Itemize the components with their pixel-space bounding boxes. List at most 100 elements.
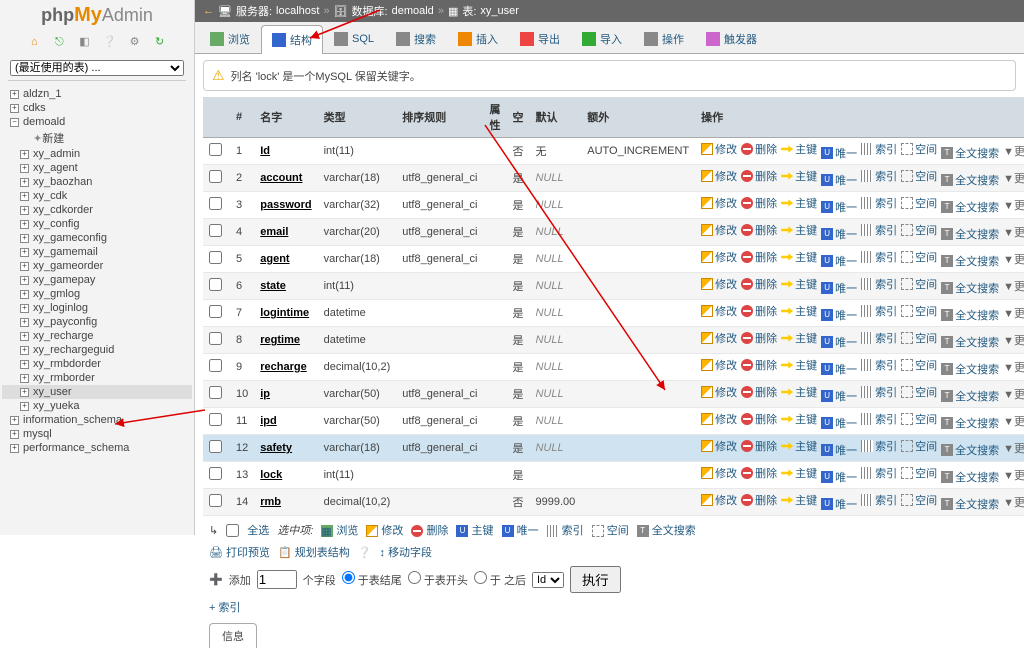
action-spatial[interactable]: 空间 bbox=[901, 168, 937, 184]
bulk-spatial[interactable]: 空间 bbox=[592, 522, 629, 538]
action-spatial[interactable]: 空间 bbox=[901, 222, 937, 238]
action-unique[interactable]: U唯一 bbox=[821, 415, 857, 431]
more-dropdown[interactable]: ▼更多 bbox=[1003, 173, 1024, 185]
add-index-link[interactable]: + 索引 bbox=[209, 602, 240, 614]
expand-icon[interactable]: + bbox=[20, 290, 29, 299]
tree-item-xy_user[interactable]: +xy_user bbox=[2, 385, 192, 399]
action-primary[interactable]: 主键 bbox=[781, 330, 817, 346]
row-checkbox[interactable] bbox=[209, 467, 222, 480]
tree-item-performance_schema[interactable]: +performance_schema bbox=[2, 441, 192, 455]
row-checkbox[interactable] bbox=[209, 143, 222, 156]
action-drop[interactable]: 删除 bbox=[741, 276, 777, 292]
expand-icon[interactable]: + bbox=[20, 388, 29, 397]
action-drop[interactable]: 删除 bbox=[741, 303, 777, 319]
action-edit[interactable]: 修改 bbox=[701, 249, 737, 265]
more-dropdown[interactable]: ▼更多 bbox=[1003, 146, 1024, 158]
tree-item-xy_recharge[interactable]: +xy_recharge bbox=[2, 329, 192, 343]
help-icon[interactable]: ❔ bbox=[358, 546, 372, 559]
tree-item-xy_gmlog[interactable]: +xy_gmlog bbox=[2, 287, 192, 301]
tree-item-xy_config[interactable]: +xy_config bbox=[2, 217, 192, 231]
go-button[interactable]: 执行 bbox=[570, 566, 621, 593]
action-drop[interactable]: 删除 bbox=[741, 357, 777, 373]
propose-structure[interactable]: 📋 规划表结构 bbox=[278, 544, 350, 560]
expand-icon[interactable]: + bbox=[20, 150, 29, 159]
tree-item-新建[interactable]: +✦ 新建 bbox=[2, 129, 192, 147]
action-fulltext[interactable]: T全文搜索 bbox=[941, 415, 999, 431]
tree-item-xy_admin[interactable]: +xy_admin bbox=[2, 147, 192, 161]
action-unique[interactable]: U唯一 bbox=[821, 307, 857, 323]
action-index[interactable]: 索引 bbox=[861, 411, 897, 427]
action-index[interactable]: 索引 bbox=[861, 276, 897, 292]
action-edit[interactable]: 修改 bbox=[701, 222, 737, 238]
tree-item-xy_yueka[interactable]: +xy_yueka bbox=[2, 399, 192, 413]
action-primary[interactable]: 主键 bbox=[781, 438, 817, 454]
action-primary[interactable]: 主键 bbox=[781, 141, 817, 157]
action-unique[interactable]: U唯一 bbox=[821, 496, 857, 512]
tab-insert[interactable]: 插入 bbox=[447, 24, 509, 53]
action-unique[interactable]: U唯一 bbox=[821, 442, 857, 458]
bulk-edit[interactable]: 修改 bbox=[366, 522, 403, 538]
row-checkbox[interactable] bbox=[209, 413, 222, 426]
tree-item-xy_gameconfig[interactable]: +xy_gameconfig bbox=[2, 231, 192, 245]
more-dropdown[interactable]: ▼更多 bbox=[1003, 281, 1024, 293]
tab-export[interactable]: 导出 bbox=[509, 24, 571, 53]
action-drop[interactable]: 删除 bbox=[741, 411, 777, 427]
recent-tables[interactable]: (最近使用的表) ... bbox=[10, 60, 184, 76]
action-edit[interactable]: 修改 bbox=[701, 168, 737, 184]
action-spatial[interactable]: 空间 bbox=[901, 438, 937, 454]
tree-item-xy_gameorder[interactable]: +xy_gameorder bbox=[2, 259, 192, 273]
more-dropdown[interactable]: ▼更多 bbox=[1003, 416, 1024, 428]
more-dropdown[interactable]: ▼更多 bbox=[1003, 200, 1024, 212]
action-primary[interactable]: 主键 bbox=[781, 465, 817, 481]
action-fulltext[interactable]: T全文搜索 bbox=[941, 469, 999, 485]
tree-item-xy_gamemail[interactable]: +xy_gamemail bbox=[2, 245, 192, 259]
column-name[interactable]: rmb bbox=[260, 496, 281, 508]
row-checkbox[interactable] bbox=[209, 170, 222, 183]
tree-item-cdks[interactable]: +cdks bbox=[2, 101, 192, 115]
row-checkbox[interactable] bbox=[209, 278, 222, 291]
action-index[interactable]: 索引 bbox=[861, 168, 897, 184]
action-primary[interactable]: 主键 bbox=[781, 492, 817, 508]
action-primary[interactable]: 主键 bbox=[781, 303, 817, 319]
action-primary[interactable]: 主键 bbox=[781, 195, 817, 211]
expand-icon[interactable]: + bbox=[20, 206, 29, 215]
action-primary[interactable]: 主键 bbox=[781, 168, 817, 184]
bulk-index[interactable]: 索引 bbox=[547, 522, 584, 538]
action-fulltext[interactable]: T全文搜索 bbox=[941, 361, 999, 377]
action-index[interactable]: 索引 bbox=[861, 357, 897, 373]
sql-icon[interactable]: ◧ bbox=[76, 35, 92, 51]
action-edit[interactable]: 修改 bbox=[701, 411, 737, 427]
action-unique[interactable]: U唯一 bbox=[821, 334, 857, 350]
action-index[interactable]: 索引 bbox=[861, 303, 897, 319]
action-fulltext[interactable]: T全文搜索 bbox=[941, 253, 999, 269]
tab-import[interactable]: 导入 bbox=[571, 24, 633, 53]
home-icon[interactable]: ⌂ bbox=[26, 36, 42, 52]
tree-item-xy_rechargeguid[interactable]: +xy_rechargeguid bbox=[2, 343, 192, 357]
action-spatial[interactable]: 空间 bbox=[901, 303, 937, 319]
action-fulltext[interactable]: T全文搜索 bbox=[941, 496, 999, 512]
action-edit[interactable]: 修改 bbox=[701, 195, 737, 211]
action-edit[interactable]: 修改 bbox=[701, 276, 737, 292]
row-checkbox[interactable] bbox=[209, 332, 222, 345]
settings-icon[interactable]: ⚙ bbox=[127, 35, 143, 51]
docs-icon[interactable]: ❔ bbox=[102, 35, 118, 51]
action-spatial[interactable]: 空间 bbox=[901, 141, 937, 157]
column-name[interactable]: password bbox=[260, 199, 311, 211]
expand-icon[interactable]: + bbox=[20, 276, 29, 285]
action-primary[interactable]: 主键 bbox=[781, 249, 817, 265]
expand-icon[interactable]: + bbox=[20, 234, 29, 243]
action-fulltext[interactable]: T全文搜索 bbox=[941, 199, 999, 215]
action-edit[interactable]: 修改 bbox=[701, 492, 737, 508]
column-name[interactable]: logintime bbox=[260, 307, 309, 319]
more-dropdown[interactable]: ▼更多 bbox=[1003, 362, 1024, 374]
action-spatial[interactable]: 空间 bbox=[901, 357, 937, 373]
action-fulltext[interactable]: T全文搜索 bbox=[941, 145, 999, 161]
tree-item-mysql[interactable]: +mysql bbox=[2, 427, 192, 441]
action-index[interactable]: 索引 bbox=[861, 330, 897, 346]
action-drop[interactable]: 删除 bbox=[741, 195, 777, 211]
action-spatial[interactable]: 空间 bbox=[901, 411, 937, 427]
breadcrumb-table[interactable]: xy_user bbox=[480, 5, 519, 17]
tab-operations[interactable]: 操作 bbox=[633, 24, 695, 53]
action-index[interactable]: 索引 bbox=[861, 141, 897, 157]
tree-item-information_schema[interactable]: +information_schema bbox=[2, 413, 192, 427]
